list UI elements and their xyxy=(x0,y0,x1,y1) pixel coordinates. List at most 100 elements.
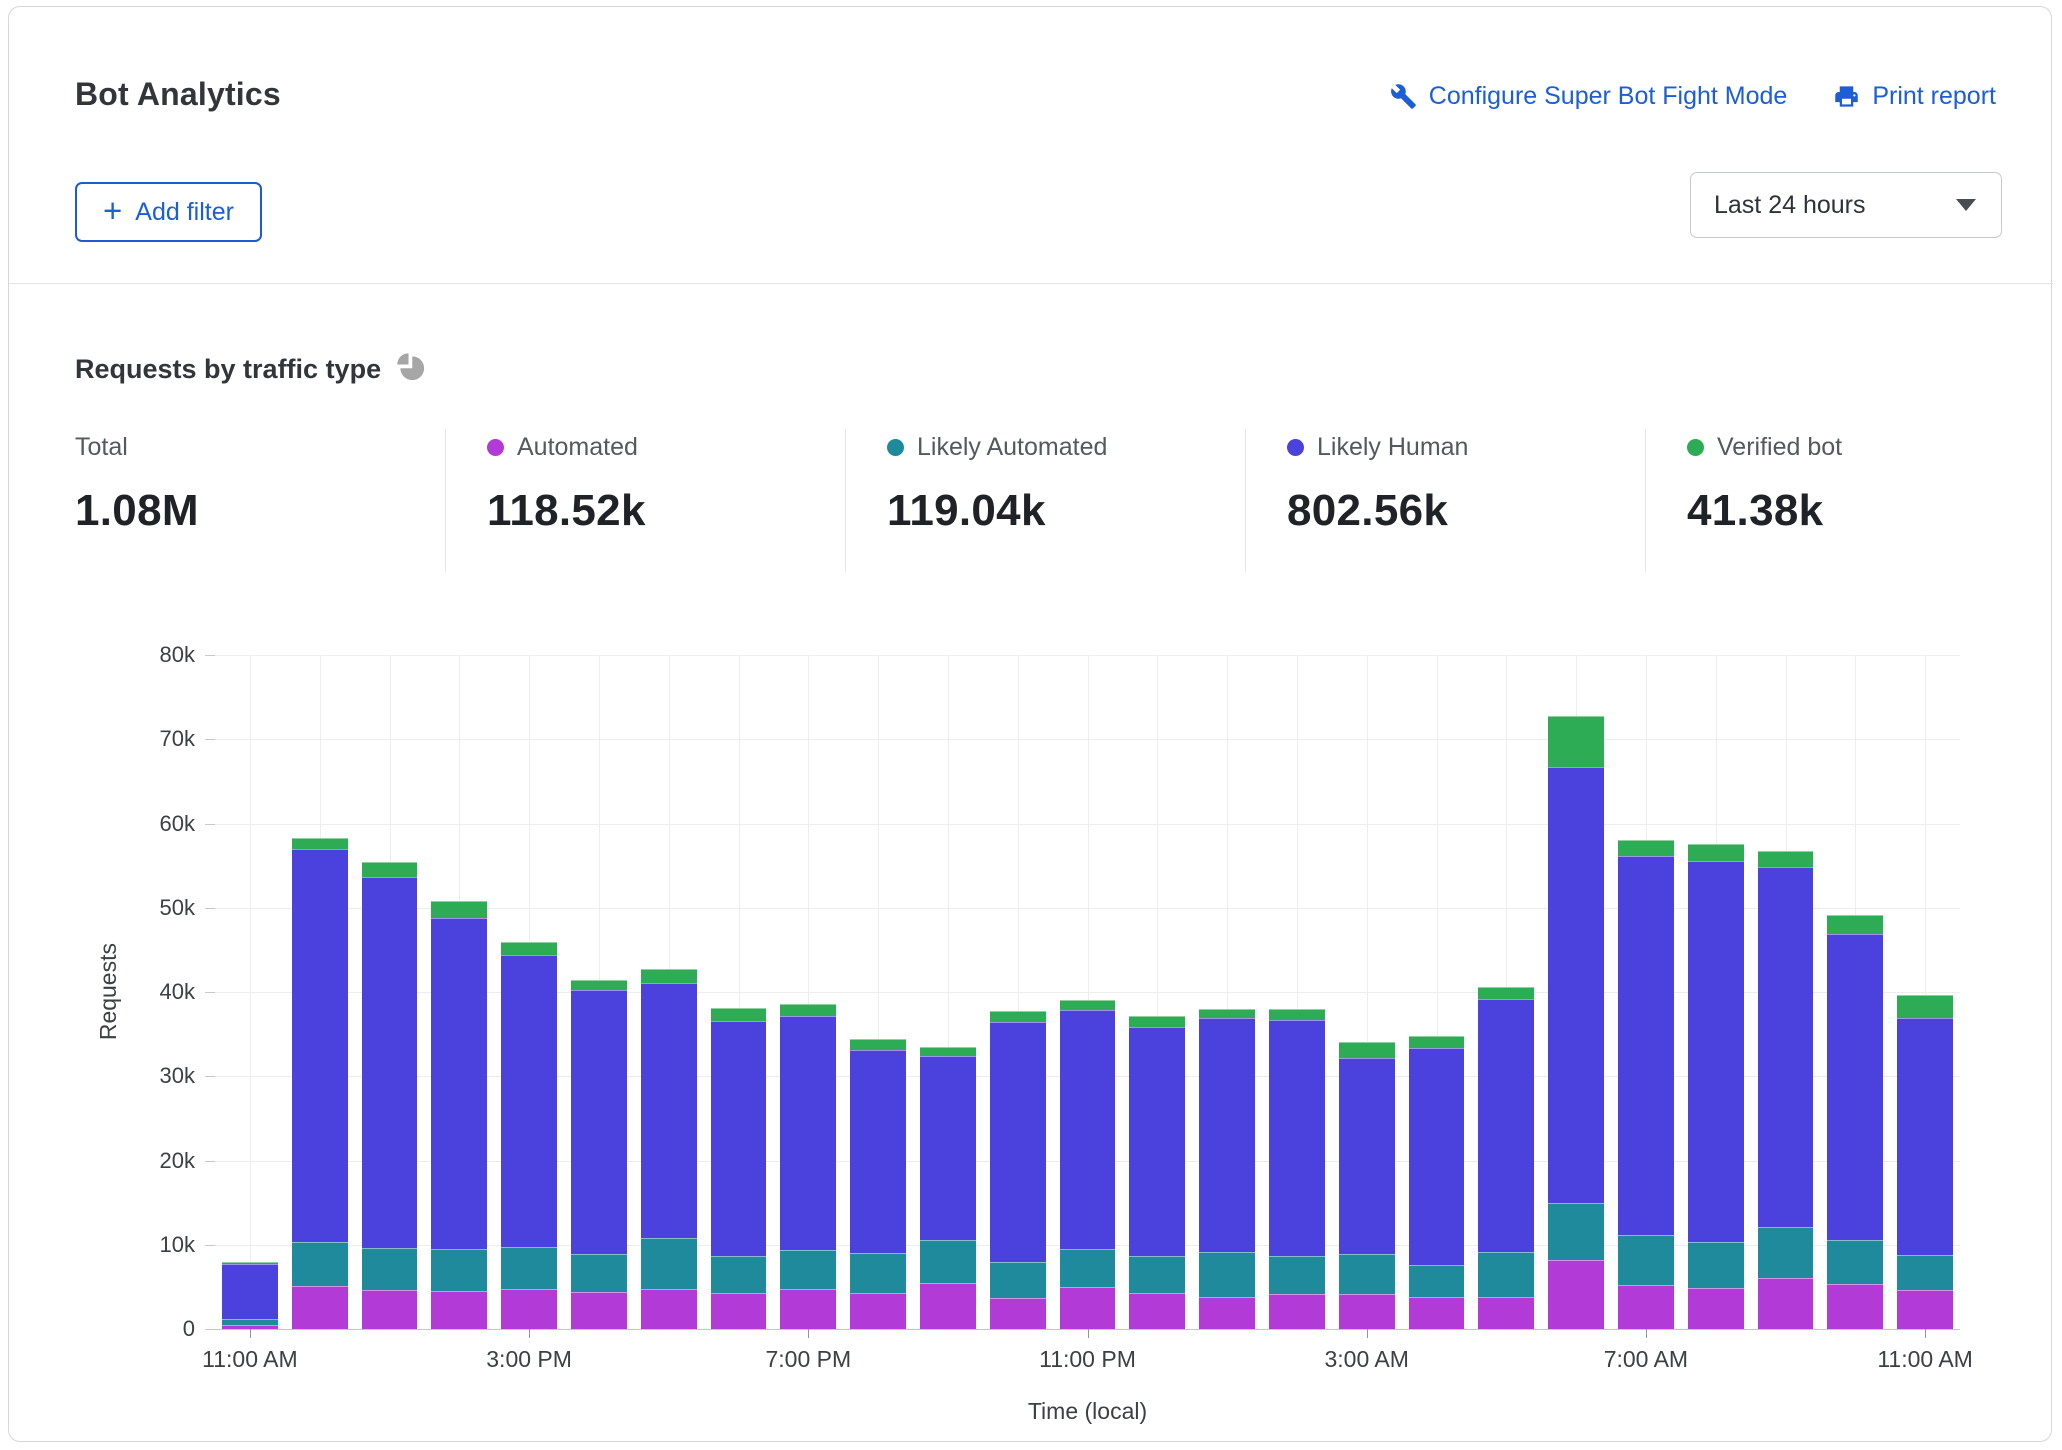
segment-verified-bot xyxy=(990,1011,1046,1021)
y-axis-tick xyxy=(205,1161,215,1162)
bot-analytics-page: Bot Analytics Configure Super Bot Fight … xyxy=(0,0,2062,1450)
bar-12-00-am xyxy=(1129,655,1185,1329)
y-axis-tick xyxy=(205,824,215,825)
stat-total: Total 1.08M xyxy=(75,432,425,536)
bar-9-00-am xyxy=(1758,655,1814,1329)
bar-5-00-pm xyxy=(641,655,697,1329)
segment-verified-bot xyxy=(292,838,348,849)
bar-12-00-pm xyxy=(292,655,348,1329)
bar-1-00-am xyxy=(1199,655,1255,1329)
segment-likely-automated xyxy=(1478,1252,1534,1297)
stat-value: 802.56k xyxy=(1287,486,1637,536)
segment-likely-automated xyxy=(571,1254,627,1292)
time-range-select[interactable]: Last 24 hours xyxy=(1690,172,2002,238)
segment-verified-bot xyxy=(1758,851,1814,867)
y-axis-tick xyxy=(205,992,215,993)
wrench-icon xyxy=(1390,83,1417,110)
segment-likely-automated xyxy=(431,1249,487,1291)
x-axis-tick xyxy=(1925,1329,1926,1338)
x-axis-tick xyxy=(250,1329,251,1338)
segment-verified-bot xyxy=(1478,987,1534,999)
segment-likely-automated xyxy=(1618,1235,1674,1286)
header-divider xyxy=(9,283,2053,284)
segment-likely-human xyxy=(780,1016,836,1249)
legend-dot-icon xyxy=(487,439,504,456)
y-axis-label: 10k xyxy=(60,1232,195,1258)
segment-automated xyxy=(1129,1293,1185,1329)
print-report-link[interactable]: Print report xyxy=(1833,82,1996,111)
add-filter-button[interactable]: + Add filter xyxy=(75,182,262,242)
stat-value: 118.52k xyxy=(487,486,837,536)
segment-likely-human xyxy=(1339,1058,1395,1254)
segment-automated xyxy=(1478,1297,1534,1329)
segment-likely-human xyxy=(501,955,557,1247)
bar-7-00-pm xyxy=(780,655,836,1329)
stat-label-row: Verified bot xyxy=(1687,432,2037,462)
segment-likely-human xyxy=(222,1264,278,1319)
segment-verified-bot xyxy=(1199,1009,1255,1018)
bar-11-00-am xyxy=(222,655,278,1329)
bar-3-00-am xyxy=(1339,655,1395,1329)
segment-verified-bot xyxy=(1548,716,1604,767)
stats-separator xyxy=(445,430,446,572)
stat-label: Likely Automated xyxy=(917,433,1107,462)
segment-automated xyxy=(571,1292,627,1329)
stat-verified-bot[interactable]: Verified bot41.38k xyxy=(1687,432,2037,536)
segment-likely-automated xyxy=(1060,1249,1116,1287)
segment-likely-human xyxy=(362,877,418,1248)
y-axis-label: 0 xyxy=(60,1316,195,1342)
segment-verified-bot xyxy=(1688,844,1744,861)
stat-label-row: Automated xyxy=(487,432,837,462)
legend-dot-icon xyxy=(1287,439,1304,456)
chevron-down-icon xyxy=(1956,199,1976,211)
segment-likely-automated xyxy=(1339,1254,1395,1294)
segment-likely-automated xyxy=(1129,1256,1185,1293)
segment-verified-bot xyxy=(711,1008,767,1021)
stats-separator xyxy=(1645,430,1646,572)
stat-likely-human[interactable]: Likely Human802.56k xyxy=(1287,432,1637,536)
segment-verified-bot xyxy=(780,1004,836,1017)
configure-super-bot-fight-mode-link[interactable]: Configure Super Bot Fight Mode xyxy=(1390,82,1788,111)
bar-1-00-pm xyxy=(362,655,418,1329)
pie-chart-icon xyxy=(396,352,426,387)
bar-4-00-pm xyxy=(571,655,627,1329)
segment-likely-automated xyxy=(1199,1252,1255,1297)
segment-automated xyxy=(780,1289,836,1329)
x-axis-label: 11:00 AM xyxy=(1877,1346,1972,1373)
segment-likely-automated xyxy=(780,1250,836,1290)
y-axis-label: 30k xyxy=(60,1063,195,1089)
segment-likely-human xyxy=(1618,856,1674,1235)
x-axis-tick xyxy=(529,1329,530,1338)
printer-icon xyxy=(1833,83,1860,110)
segment-verified-bot xyxy=(1827,915,1883,934)
segment-likely-automated xyxy=(850,1253,906,1293)
add-filter-label: Add filter xyxy=(135,198,234,227)
segment-likely-automated xyxy=(1827,1240,1883,1284)
stat-value: 1.08M xyxy=(75,486,425,536)
segment-automated xyxy=(1409,1297,1465,1329)
bar-6-00-am xyxy=(1548,655,1604,1329)
segment-likely-human xyxy=(990,1022,1046,1263)
segment-automated xyxy=(990,1298,1046,1329)
segment-verified-bot xyxy=(641,969,697,982)
bar-11-00-pm xyxy=(1060,655,1116,1329)
segment-automated xyxy=(292,1286,348,1329)
stat-label-row: Total xyxy=(75,432,425,462)
segment-automated xyxy=(641,1289,697,1329)
x-axis-label: 11:00 AM xyxy=(202,1346,297,1373)
segment-likely-automated xyxy=(501,1247,557,1288)
x-axis-label: 3:00 AM xyxy=(1324,1346,1408,1373)
stat-label-row: Likely Automated xyxy=(887,432,1237,462)
stat-automated[interactable]: Automated 118.52k xyxy=(487,432,837,536)
stat-likely-automated[interactable]: Likely Automated119.04k xyxy=(887,432,1237,536)
segment-automated xyxy=(711,1293,767,1329)
segment-verified-bot xyxy=(431,901,487,918)
segment-verified-bot xyxy=(362,862,418,877)
y-axis-tick xyxy=(205,1329,215,1330)
segment-automated xyxy=(1827,1284,1883,1329)
segment-verified-bot xyxy=(1060,1000,1116,1010)
segment-automated xyxy=(920,1283,976,1329)
segment-likely-human xyxy=(1060,1010,1116,1249)
segment-verified-bot xyxy=(1618,840,1674,856)
x-axis-tick xyxy=(1088,1329,1089,1338)
